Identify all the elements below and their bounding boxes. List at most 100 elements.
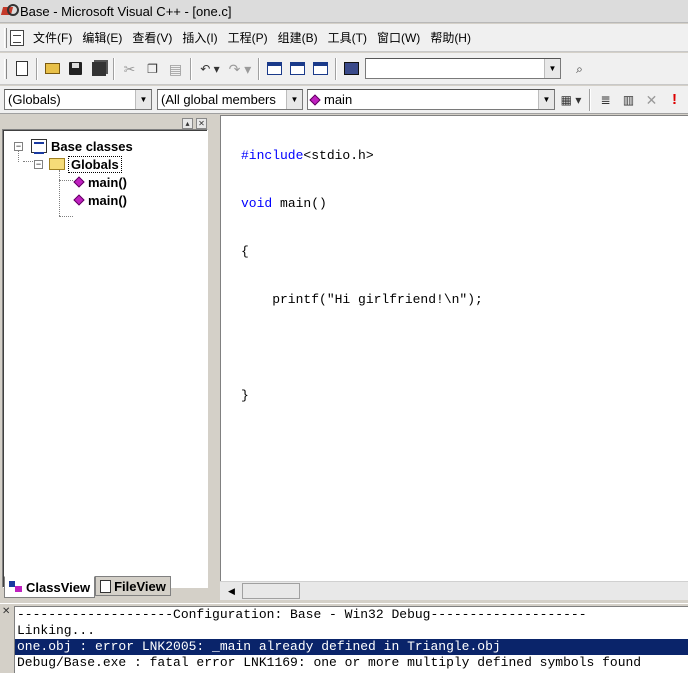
- toolbar-separator: [36, 57, 38, 80]
- menu-help[interactable]: 帮助(H): [425, 29, 476, 46]
- menu-build[interactable]: 组建(B): [273, 29, 323, 46]
- toolbar-separator: [258, 57, 260, 80]
- build-icon: ▥: [622, 92, 635, 107]
- editor-gutter[interactable]: [221, 116, 240, 581]
- find-combo[interactable]: ▼: [365, 58, 561, 79]
- member-function-icon: [73, 176, 85, 188]
- menu-bar: 文件(F) 编辑(E) 查看(V) 插入(I) 工程(P) 组建(B) 工具(T…: [0, 24, 688, 52]
- tab-fileview[interactable]: FileView: [95, 576, 171, 596]
- file-view-icon: [100, 579, 112, 593]
- code-line: #include<stdio.h>: [241, 148, 483, 164]
- paste-button[interactable]: ▤: [165, 58, 186, 79]
- menu-view[interactable]: 查看(V): [127, 29, 177, 46]
- expand-toggle[interactable]: −: [34, 160, 43, 169]
- title-bar: Base - Microsoft Visual C++ - [one.c]: [0, 0, 688, 23]
- code-line: printf("Hi girlfriend!\n");: [241, 292, 483, 308]
- menubar-grip[interactable]: [4, 27, 7, 48]
- redo-button[interactable]: ↷ ▾: [226, 58, 254, 79]
- tree-node-function[interactable]: main(): [73, 191, 127, 209]
- output-line[interactable]: Linking...: [15, 623, 688, 639]
- tree-node-globals[interactable]: Globals: [49, 155, 122, 173]
- code-text[interactable]: #include<stdio.h> void main() { printf("…: [241, 116, 483, 436]
- document-menu-icon[interactable]: [10, 29, 24, 46]
- code-keyword: #include: [241, 148, 304, 163]
- menu-file[interactable]: 文件(F): [28, 29, 77, 46]
- workspace-scroll-icon[interactable]: ▴: [182, 118, 193, 129]
- code-editor[interactable]: #include<stdio.h> void main() { printf("…: [220, 115, 688, 581]
- save-button[interactable]: [65, 58, 86, 79]
- workspace-button[interactable]: [264, 58, 285, 79]
- workspace-window-icon: [267, 62, 282, 75]
- toolbar-grip[interactable]: [4, 58, 7, 79]
- code-keyword: void: [241, 196, 273, 211]
- menu-insert[interactable]: 插入(I): [177, 29, 222, 46]
- chevron-down-icon[interactable]: ▼: [135, 90, 151, 109]
- tree-node-function[interactable]: main(): [73, 173, 127, 191]
- execute-button[interactable]: !: [664, 89, 685, 110]
- folder-icon: [49, 158, 65, 170]
- tab-label: FileView: [114, 578, 166, 594]
- chevron-down-icon[interactable]: ▼: [538, 90, 554, 109]
- toolbar-separator: [589, 88, 591, 111]
- binoculars-icon: ⌕: [576, 61, 583, 76]
- members-combo[interactable]: (All global members ▼: [157, 89, 303, 110]
- undo-button[interactable]: ↶ ▾: [196, 58, 224, 79]
- chevron-down-icon[interactable]: ▼: [286, 90, 302, 109]
- compile-button[interactable]: ≣: [595, 89, 616, 110]
- close-icon[interactable]: ✕: [2, 607, 12, 617]
- redo-icon: ↷ ▾: [228, 60, 252, 77]
- save-all-button[interactable]: [88, 58, 109, 79]
- window-title: Base - Microsoft Visual C++ - [one.c]: [20, 3, 232, 19]
- stop-build-button[interactable]: ✕: [641, 89, 662, 110]
- function-combo[interactable]: main ▼: [307, 89, 555, 110]
- scissors-icon: ✂: [123, 60, 136, 77]
- copy-button[interactable]: ❐: [142, 58, 163, 79]
- window-list-button[interactable]: [310, 58, 331, 79]
- tab-classview[interactable]: ClassView: [4, 576, 96, 598]
- workspace-close-icon[interactable]: ✕: [196, 118, 207, 129]
- output-line-selected[interactable]: one.obj : error LNK2005: _main already d…: [15, 639, 688, 655]
- scroll-left-icon[interactable]: ◀: [224, 584, 239, 599]
- app-icon[interactable]: [2, 4, 19, 18]
- build-button[interactable]: ▥: [618, 89, 639, 110]
- find-in-files-icon: [344, 62, 359, 75]
- toolbar-separator: [190, 57, 192, 80]
- new-file-button[interactable]: [11, 58, 32, 79]
- scroll-thumb[interactable]: [242, 583, 300, 599]
- output-line[interactable]: Debug/Base.exe : fatal error LNK1169: on…: [15, 655, 688, 671]
- tree-node-base-classes[interactable]: Base classes: [31, 137, 133, 155]
- find-button[interactable]: ⌕: [569, 58, 590, 79]
- member-function-icon: [73, 194, 85, 206]
- workspace-tabs: ClassView FileView: [4, 576, 171, 598]
- build-output[interactable]: --------------------Configuration: Base …: [14, 606, 688, 673]
- standard-toolbar: ✂ ❐ ▤ ↶ ▾ ↷ ▾ ▼ ⌕: [0, 53, 688, 85]
- workspace-pane: ▴ ✕ − Base classes − Globals main() main…: [0, 115, 216, 602]
- new-file-icon: [15, 61, 28, 76]
- code-text-segment: printf("Hi girlfriend!\n");: [241, 292, 483, 307]
- wizard-action-button[interactable]: ▦ ▾: [557, 89, 585, 110]
- copy-icon: ❐: [147, 61, 158, 76]
- members-combo-value: (All global members: [161, 92, 276, 107]
- function-combo-text: main: [324, 92, 353, 107]
- chevron-down-icon[interactable]: ▼: [544, 59, 560, 78]
- cut-button[interactable]: ✂: [119, 58, 140, 79]
- output-line[interactable]: --------------------Configuration: Base …: [15, 607, 688, 623]
- save-icon: [69, 62, 82, 75]
- menu-project[interactable]: 工程(P): [223, 29, 273, 46]
- code-line: {: [241, 244, 483, 260]
- tree-node-label: main(): [88, 192, 127, 208]
- tree-line: [23, 161, 33, 162]
- member-function-icon: [309, 94, 321, 106]
- editor-horizontal-scrollbar[interactable]: ◀: [220, 581, 688, 600]
- open-folder-icon: [45, 63, 60, 74]
- menu-tools[interactable]: 工具(T): [323, 29, 372, 46]
- open-button[interactable]: [42, 58, 63, 79]
- scope-combo[interactable]: (Globals) ▼: [4, 89, 152, 110]
- find-in-files-button[interactable]: [341, 58, 362, 79]
- output-button[interactable]: [287, 58, 308, 79]
- menu-edit[interactable]: 编辑(E): [77, 29, 127, 46]
- menu-window[interactable]: 窗口(W): [372, 29, 425, 46]
- expand-toggle[interactable]: −: [14, 142, 23, 151]
- wizard-action-icon: ▦ ▾: [560, 92, 582, 107]
